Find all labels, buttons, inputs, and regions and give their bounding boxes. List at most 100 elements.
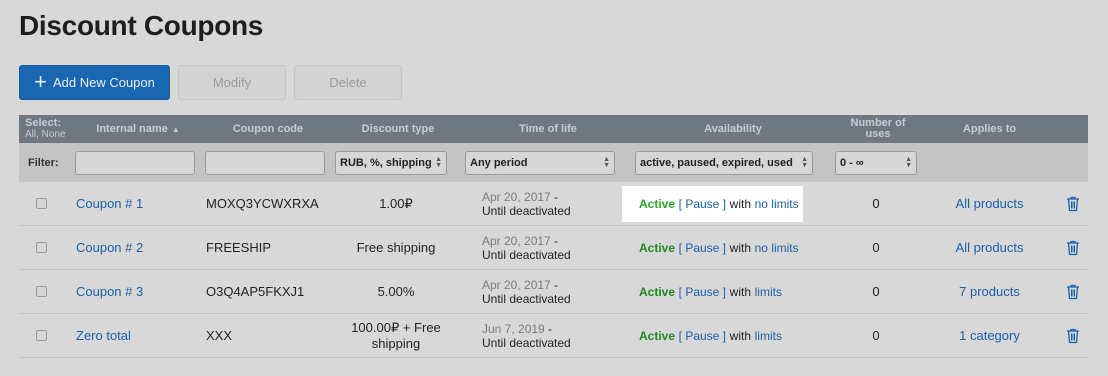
trash-icon[interactable] [1066, 240, 1080, 256]
code-cell: O3Q4AP5FKXJ1 [201, 284, 331, 299]
name-cell: Coupon # 3 [71, 284, 201, 299]
select-label: Select: [25, 117, 62, 129]
start-date: Apr 20, 2017 [482, 278, 551, 292]
discount-value: Free shipping [356, 240, 436, 255]
delete-button[interactable]: Delete [294, 65, 402, 100]
code-filter-cell [201, 150, 331, 175]
row-checkbox[interactable] [36, 242, 47, 253]
discount-value: 100.00₽ + Free [351, 320, 441, 335]
start-date: Apr 20, 2017 [482, 190, 551, 204]
trash-icon[interactable] [1066, 284, 1080, 300]
availability-cell: Active [ Pause ] with limits [631, 274, 831, 310]
pause-link[interactable]: [ Pause ] [679, 241, 726, 255]
applies-to-link[interactable]: 1 category [959, 328, 1020, 343]
end-date: Until deactivated [482, 336, 571, 350]
modify-button[interactable]: Modify [178, 65, 286, 100]
uses-select[interactable]: 0 - ∞ ▲ ▼ [835, 150, 917, 175]
discount-type-select[interactable]: RUB, %, shipping ▲ ▼ [335, 150, 447, 175]
coupon-name-link[interactable]: Coupon # 3 [76, 284, 143, 299]
limits-link[interactable]: no limits [755, 241, 799, 255]
filter-row: Filter: RUB, %, shipping ▲ ▼ Any period ▲… [19, 143, 1088, 182]
period-filter-cell: Any period ▲ ▼ [461, 150, 631, 175]
row-checkbox[interactable] [36, 286, 47, 297]
uses-header-line2: uses [865, 128, 891, 140]
table-row[interactable]: Coupon # 1 MOXQ3YCWXRXA 1.00₽ Apr 20, 20… [19, 182, 1088, 226]
table-body: Coupon # 1 MOXQ3YCWXRXA 1.00₽ Apr 20, 20… [19, 182, 1088, 358]
name-cell: Zero total [71, 328, 201, 343]
availability-cell: Active [ Pause ] with no limits [622, 185, 831, 222]
availability-filter-cell: active, paused, expired, used ▲ ▼ [631, 150, 831, 175]
period-select[interactable]: Any period ▲ ▼ [465, 150, 615, 175]
availability-header[interactable]: Availability [631, 123, 831, 135]
name-filter-input[interactable] [75, 150, 195, 175]
status-badge: Active [639, 328, 676, 343]
applies-cell: All products [921, 240, 1058, 255]
uses-count: 0 [872, 328, 880, 343]
coupons-table: Select: All, None Internal name ▲ Coupon… [19, 115, 1088, 358]
uses-filter-cell: 0 - ∞ ▲ ▼ [831, 150, 921, 175]
code-cell: MOXQ3YCWXRXA [201, 196, 331, 211]
pause-link[interactable]: [ Pause ] [679, 197, 726, 211]
delete-cell [1058, 328, 1088, 344]
status-badge: Active [639, 196, 676, 211]
row-checkbox[interactable] [36, 330, 47, 341]
availability-cell: Active [ Pause ] with limits [631, 318, 831, 354]
number-of-uses-header[interactable]: Number of uses [831, 118, 921, 140]
availability-status: Active [ Pause ] with limits [635, 318, 786, 354]
end-date: Until deactivated [482, 248, 571, 262]
select-arrows-icon: ▲ ▼ [435, 155, 442, 169]
coupon-code-header[interactable]: Coupon code [201, 123, 331, 135]
uses-count: 0 [872, 284, 880, 299]
applies-to-header[interactable]: Applies to [921, 123, 1058, 135]
with-text: with [729, 196, 751, 211]
delete-cell [1058, 284, 1088, 300]
applies-to-link[interactable]: All products [956, 196, 1024, 211]
uses-count: 0 [872, 196, 880, 211]
availability-cell: Active [ Pause ] with no limits [631, 230, 831, 266]
table-header: Select: All, None Internal name ▲ Coupon… [19, 115, 1088, 143]
availability-status: Active [ Pause ] with no limits [622, 185, 803, 222]
select-all-none-link[interactable]: All, None [25, 129, 66, 140]
coupon-name-link[interactable]: Coupon # 1 [76, 196, 143, 211]
table-row[interactable]: Coupon # 3 O3Q4AP5FKXJ1 5.00% Apr 20, 20… [19, 270, 1088, 314]
row-checkbox[interactable] [36, 198, 47, 209]
time-of-life-cell: Jun 7, 2019 - Until deactivated [482, 322, 571, 350]
applies-cell: All products [921, 196, 1058, 211]
discount-value-line2: shipping [371, 336, 421, 351]
internal-name-header[interactable]: Internal name ▲ [71, 123, 201, 135]
pause-link[interactable]: [ Pause ] [679, 329, 726, 343]
time-of-life-header[interactable]: Time of life [461, 123, 631, 135]
discount-value: 5.00% [377, 284, 415, 299]
code-cell: FREESHIP [201, 240, 331, 255]
coupon-code: XXX [206, 328, 233, 343]
availability-select[interactable]: active, paused, expired, used ▲ ▼ [635, 150, 813, 175]
coupon-code: O3Q4AP5FKXJ1 [206, 284, 305, 299]
trash-icon[interactable] [1066, 196, 1080, 212]
add-new-coupon-button[interactable]: + Add New Coupon [19, 65, 170, 100]
table-row[interactable]: Zero total XXX 100.00₽ + Free shipping J… [19, 314, 1088, 358]
uses-select-value: 0 - ∞ [840, 156, 864, 169]
limits-link[interactable]: limits [755, 285, 782, 299]
select-arrows-icon: ▲ ▼ [905, 155, 912, 169]
coupon-name-link[interactable]: Coupon # 2 [76, 240, 143, 255]
coupon-name-link[interactable]: Zero total [76, 328, 131, 343]
row-select-cell [19, 286, 71, 297]
uses-cell: 0 [831, 328, 921, 343]
pause-link[interactable]: [ Pause ] [679, 285, 726, 299]
applies-to-link[interactable]: All products [956, 240, 1024, 255]
start-date: Jun 7, 2019 [482, 322, 545, 336]
applies-cell: 1 category [921, 328, 1058, 343]
limits-link[interactable]: no limits [755, 197, 799, 211]
discount-value: 1.00₽ [379, 195, 413, 211]
delete-cell [1058, 196, 1088, 212]
code-filter-input[interactable] [205, 150, 325, 175]
limits-link[interactable]: limits [755, 329, 782, 343]
select-arrows-icon: ▲ ▼ [801, 155, 808, 169]
discount-type-header[interactable]: Discount type [331, 123, 461, 135]
applies-to-link[interactable]: 7 products [959, 284, 1020, 299]
table-row[interactable]: Coupon # 2 FREESHIP Free shipping Apr 20… [19, 226, 1088, 270]
end-date: Until deactivated [482, 204, 571, 218]
row-select-cell [19, 330, 71, 341]
select-header: Select: All, None [19, 117, 71, 141]
trash-icon[interactable] [1066, 328, 1080, 344]
